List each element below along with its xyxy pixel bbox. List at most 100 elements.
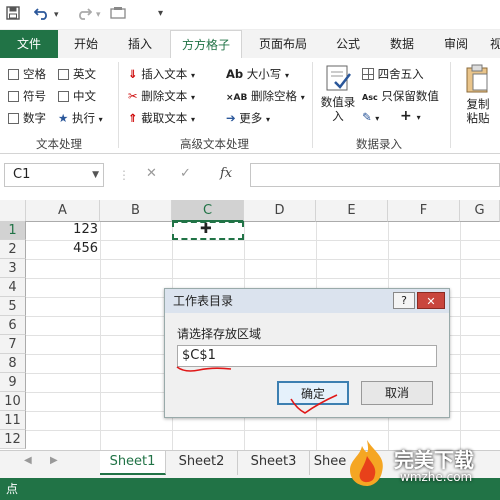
chevron-down-icon: ▾ [284, 71, 289, 80]
sheet-directory-dialog: 工作表目录 ? ✕ 请选择存放区域 $C$1 确定 取消 [164, 288, 450, 418]
edit-button[interactable]: ✎ ▾ [362, 110, 379, 124]
scroll-right-icon[interactable]: ▶ [50, 455, 58, 466]
close-button[interactable]: ✕ [417, 292, 445, 309]
chevron-down-icon: ▾ [416, 113, 421, 122]
toolbar-extra-icon[interactable] [110, 6, 130, 24]
arrow-right-icon: ➔ [226, 111, 236, 125]
ribbon-tabs: 文件 开始 插入 方方格子 页面布局 公式 数据 审阅 视 [0, 30, 500, 58]
confirm-icon[interactable]: ✓ [180, 166, 191, 181]
clipboard-icon [466, 64, 488, 93]
cell-a2[interactable]: 456 [26, 241, 98, 256]
row-header-5[interactable]: 5 [0, 297, 26, 316]
round-button[interactable]: 四舍五入 [362, 66, 424, 82]
cancel-button[interactable]: 取消 [361, 381, 433, 405]
sheet-tab-2[interactable]: Sheet2 [166, 451, 238, 475]
tab-insert[interactable]: 插入 [116, 30, 164, 58]
row-header-10[interactable]: 10 [0, 392, 26, 411]
tab-file[interactable]: 文件 [0, 30, 58, 58]
execute-button[interactable]: ★ 执行 ▾ [58, 110, 103, 126]
data-entry-icon [326, 65, 351, 91]
cancel-icon[interactable]: ✕ [146, 166, 157, 181]
tab-review[interactable]: 审阅 [432, 30, 480, 58]
gridline [26, 278, 500, 279]
group-label-advanced: 高级文本处理 [180, 137, 249, 151]
checkbox-icon [58, 69, 69, 80]
formula-buttons: ✕ ✓ fx [130, 163, 250, 187]
row-header-7[interactable]: 7 [0, 335, 26, 354]
column-header-e[interactable]: E [316, 200, 388, 222]
tab-home[interactable]: 开始 [62, 30, 110, 58]
ribbon: 空格 英文 符号 中文 数字 ★ 执行 ▾ 文本处理 ⇓ 插入文本 ▾ ✂ 删除… [0, 58, 500, 154]
annotation-underline [176, 366, 232, 372]
checkbox-chinese[interactable]: 中文 [58, 88, 96, 104]
gridline [460, 222, 461, 450]
customize-icon[interactable]: ▾ [158, 8, 163, 19]
drag-handle-icon[interactable]: ⋮ [118, 168, 130, 182]
row-header-9[interactable]: 9 [0, 373, 26, 392]
column-header-a[interactable]: A [26, 200, 100, 222]
column-header-c[interactable]: C [172, 200, 244, 222]
tab-view[interactable]: 视 [486, 30, 500, 58]
row-header-4[interactable]: 4 [0, 278, 26, 297]
grid-icon [362, 68, 374, 80]
row-header-12[interactable]: 12 [0, 430, 26, 449]
plus-button[interactable]: + ▾ [400, 108, 421, 124]
row-header-2[interactable]: 2 [0, 240, 26, 259]
star-icon: ★ [58, 111, 69, 125]
redo-dropdown-icon[interactable]: ▾ [96, 10, 101, 20]
checkbox-space[interactable]: 空格 [8, 66, 46, 82]
row-header-1[interactable]: 1 [0, 221, 26, 240]
annotation-checkmark [290, 394, 338, 414]
fx-icon[interactable]: fx [220, 166, 232, 181]
checkbox-english[interactable]: 英文 [58, 66, 96, 82]
checkbox-symbol[interactable]: 符号 [8, 88, 46, 104]
help-button[interactable]: ? [393, 292, 415, 309]
save-icon[interactable] [6, 6, 20, 24]
column-header-b[interactable]: B [100, 200, 172, 222]
copy-paste-button[interactable]: 复制粘贴 [456, 64, 500, 125]
keep-value-button[interactable]: Asc 只保留数值 [362, 88, 439, 104]
tab-fangfang[interactable]: 方方格子 [170, 30, 242, 58]
cell-a1[interactable]: 123 [26, 222, 98, 237]
checkbox-number[interactable]: 数字 [8, 110, 46, 126]
tab-formulas[interactable]: 公式 [324, 30, 372, 58]
plus-icon: + [400, 108, 412, 124]
undo-dropdown-icon[interactable]: ▾ [54, 10, 59, 20]
delete-text-icon: ✂ [128, 89, 138, 103]
extract-text-button[interactable]: ⇑ 截取文本 ▾ [128, 110, 195, 126]
selected-cell-c1[interactable]: ✚ [172, 221, 244, 240]
dialog-prompt: 请选择存放区域 [177, 327, 262, 341]
tab-page-layout[interactable]: 页面布局 [248, 30, 318, 58]
name-box[interactable]: C1 ▼ [4, 163, 104, 187]
row-header-6[interactable]: 6 [0, 316, 26, 335]
chevron-down-icon: ▾ [190, 115, 195, 124]
column-header-d[interactable]: D [244, 200, 316, 222]
select-all-corner[interactable] [0, 200, 26, 222]
row-header-3[interactable]: 3 [0, 259, 26, 278]
chevron-down-icon: ▾ [98, 115, 103, 124]
more-button[interactable]: ➔ 更多 ▾ [226, 110, 270, 126]
data-entry-button[interactable]: 数值录入 [318, 64, 358, 132]
quick-access-toolbar: ▾ ▾ ▾ [0, 0, 500, 30]
flame-icon [350, 440, 383, 486]
row-header-11[interactable]: 11 [0, 411, 26, 430]
sheet-tab-1[interactable]: Sheet1 [100, 451, 166, 475]
chevron-down-icon: ▾ [190, 93, 195, 102]
undo-icon[interactable] [33, 6, 50, 24]
checkbox-icon [8, 91, 19, 102]
tab-data[interactable]: 数据 [378, 30, 426, 58]
delete-space-button[interactable]: ×AB 删除空格 ▾ [226, 88, 305, 104]
gridline [100, 222, 101, 450]
chevron-down-icon[interactable]: ▼ [92, 164, 99, 186]
sheet-tab-3[interactable]: Sheet3 [238, 451, 310, 475]
chevron-down-icon: ▾ [300, 93, 305, 102]
column-header-g[interactable]: G [460, 200, 500, 222]
redo-icon[interactable] [76, 6, 93, 24]
scroll-left-icon[interactable]: ◀ [24, 455, 32, 466]
delete-text-button[interactable]: ✂ 删除文本 ▾ [128, 88, 195, 104]
case-button[interactable]: Ab 大小写 ▾ [226, 66, 289, 82]
insert-text-button[interactable]: ⇓ 插入文本 ▾ [128, 66, 195, 82]
formula-input[interactable] [250, 163, 500, 187]
column-header-f[interactable]: F [388, 200, 460, 222]
row-header-8[interactable]: 8 [0, 354, 26, 373]
